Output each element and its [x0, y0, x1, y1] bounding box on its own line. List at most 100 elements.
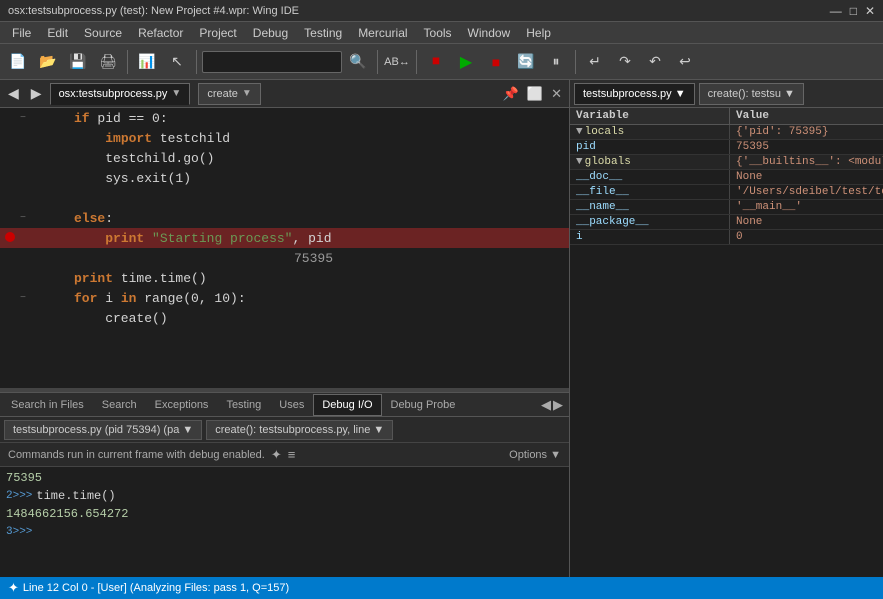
menu-item-window[interactable]: Window	[460, 24, 519, 42]
print-button[interactable]: 🖨	[94, 48, 122, 76]
bottom-panel: Search in FilesSearchExceptionsTestingUs…	[0, 392, 569, 577]
editor-nav-forward[interactable]: ▶	[27, 83, 46, 104]
code-content: for i in range(0, 10):	[34, 291, 246, 306]
bottom-tab-search-in-files[interactable]: Search in Files	[2, 394, 93, 416]
code-editor[interactable]: −if pid == 0: import testchild testchild…	[0, 108, 569, 388]
breadcrumb-arrow[interactable]: ▼	[242, 88, 252, 99]
console-text: 1484662156.654272	[6, 507, 128, 521]
debug-button[interactable]: 📊	[133, 48, 161, 76]
debug-content: testsubprocess.py ▼ create(): testsu ▼ V…	[570, 80, 883, 577]
code-line: print "Starting process", pid	[0, 228, 569, 248]
debug-section-row[interactable]: ▼locals{'pid': 75395}	[570, 125, 883, 140]
menu-item-mercurial[interactable]: Mercurial	[350, 24, 415, 42]
debug-header-value: Value	[730, 108, 883, 124]
debug-options[interactable]: Options ▼	[509, 449, 561, 461]
debug-rows-container: ▼locals{'pid': 75395} pid75395▼globals{'…	[570, 125, 883, 245]
debug-row[interactable]: pid75395	[570, 140, 883, 155]
bottom-tab-exceptions[interactable]: Exceptions	[146, 394, 218, 416]
debug-cell-var: i	[570, 230, 730, 244]
menu-item-testing[interactable]: Testing	[296, 24, 350, 42]
console-area[interactable]: 753952>>>time.time()1484662156.6542723>>…	[0, 467, 569, 577]
debug-row[interactable]: __doc__None	[570, 170, 883, 185]
code-content: testchild.go()	[34, 151, 214, 166]
sep1	[127, 50, 128, 74]
code-content: else:	[34, 211, 113, 226]
restart-button[interactable]: 🔄	[512, 48, 540, 76]
fold-indicator[interactable]: −	[20, 113, 34, 124]
workspace: ◀ ▶ osx:testsubprocess.py ▼ create ▼ 📌 ⬜…	[0, 80, 883, 577]
open-button[interactable]: 📂	[34, 48, 62, 76]
bottom-tab-debug-probe[interactable]: Debug Probe	[382, 394, 465, 416]
toolbar: 📄 📂 💾 🖨 📊 ↖ 🔍 AB↔ ⏹ ▶ ■ 🔄 ⏸ ↵ ↷ ↶ ↩	[0, 44, 883, 80]
step-into-button[interactable]: ↵	[581, 48, 609, 76]
debug-section-var: ▼locals	[570, 125, 730, 139]
debugger-tab-func[interactable]: create(): testsu ▼	[699, 83, 804, 105]
minimize-button[interactable]: —	[830, 4, 842, 18]
fold-indicator[interactable]: −	[20, 213, 34, 224]
menu-item-project[interactable]: Project	[191, 24, 244, 42]
cmd-list-icon[interactable]: ≡	[288, 447, 296, 462]
code-content: sys.exit(1)	[34, 171, 191, 186]
menu-item-file[interactable]: File	[4, 24, 39, 42]
debug-cell-var: __file__	[570, 185, 730, 199]
debug-process-label: testsubprocess.py (pid 75394) (pa ▼	[13, 424, 193, 436]
title-bar: osx:testsubprocess.py (test): New Projec…	[0, 0, 883, 22]
debug-cell-val: 75395	[730, 140, 883, 154]
debugger-tab-func-label: create(): testsu ▼	[708, 88, 795, 100]
step-over-button[interactable]: ↷	[611, 48, 639, 76]
stop-button[interactable]: ■	[482, 48, 510, 76]
bottom-tab-testing[interactable]: Testing	[217, 394, 270, 416]
debug-row[interactable]: i0	[570, 230, 883, 245]
bottom-tab-uses[interactable]: Uses	[270, 394, 313, 416]
code-line: −for i in range(0, 10):	[0, 288, 569, 308]
editor-tab-dropdown[interactable]: ▼	[171, 88, 181, 99]
menu-item-edit[interactable]: Edit	[39, 24, 76, 42]
debug-row[interactable]: __name__'__main__'	[570, 200, 883, 215]
debug-row[interactable]: __file__'/Users/sdeibel/test/testsubpro	[570, 185, 883, 200]
editor-maximize-button[interactable]: ⬜	[524, 85, 546, 103]
debug-table-header: Variable Value	[570, 108, 883, 125]
menu-item-help[interactable]: Help	[518, 24, 559, 42]
bottom-tab-search[interactable]: Search	[93, 394, 146, 416]
step-out-button[interactable]: ↶	[641, 48, 669, 76]
editor-nav-back[interactable]: ◀	[4, 83, 23, 104]
editor-tab-label: osx:testsubprocess.py	[59, 88, 168, 100]
bottom-tab-arrow-right[interactable]: ▶	[553, 397, 563, 413]
menu-item-refactor[interactable]: Refactor	[130, 24, 191, 42]
debug-process-selector[interactable]: testsubprocess.py (pid 75394) (pa ▼	[4, 420, 202, 440]
debug-cell-var: __doc__	[570, 170, 730, 184]
run-button[interactable]: ▶	[452, 48, 480, 76]
maximize-button[interactable]: □	[850, 4, 857, 18]
cmd-info-text: Commands run in current frame with debug…	[8, 449, 265, 461]
debug-frame-selector[interactable]: create(): testsubprocess.py, line ▼	[206, 420, 393, 440]
bottom-tab-arrow-left[interactable]: ◀	[541, 397, 551, 413]
cmd-spark-icon[interactable]: ✦	[271, 447, 282, 463]
bottom-tab-debug-i/o[interactable]: Debug I/O	[313, 394, 381, 416]
console-text: time.time()	[36, 489, 115, 503]
pause-button[interactable]: ⏸	[542, 48, 570, 76]
editor-breadcrumb-tab[interactable]: create ▼	[198, 83, 260, 105]
close-button[interactable]: ✕	[865, 4, 875, 18]
menu-item-source[interactable]: Source	[76, 24, 130, 42]
search-go-button[interactable]: 🔍	[344, 48, 372, 76]
replace-button[interactable]: AB↔	[383, 48, 411, 76]
editor-close-button[interactable]: ✕	[548, 85, 565, 103]
new-file-button[interactable]: 📄	[4, 48, 32, 76]
debug-section-row[interactable]: ▼globals{'__builtins__': <module '__buil	[570, 155, 883, 170]
fold-indicator[interactable]: −	[20, 293, 34, 304]
status-icon: ✦	[8, 580, 19, 596]
debug-cell-var: pid	[570, 140, 730, 154]
search-input[interactable]	[202, 51, 342, 73]
debug-row[interactable]: __package__None	[570, 215, 883, 230]
debug-header-variable: Variable	[570, 108, 730, 124]
editor-pin-button[interactable]: 📌	[500, 85, 522, 103]
continue-button[interactable]: ↩	[671, 48, 699, 76]
editor-tab-main[interactable]: osx:testsubprocess.py ▼	[50, 83, 191, 105]
debugger-tab-file[interactable]: testsubprocess.py ▼	[574, 83, 695, 105]
stop-debug-button[interactable]: ⏹	[422, 48, 450, 76]
select-button[interactable]: ↖	[163, 48, 191, 76]
menu-item-debug[interactable]: Debug	[245, 24, 296, 42]
save-button[interactable]: 💾	[64, 48, 92, 76]
menu-item-tools[interactable]: Tools	[416, 24, 460, 42]
debug-sub-bar: testsubprocess.py (pid 75394) (pa ▼ crea…	[0, 417, 569, 443]
